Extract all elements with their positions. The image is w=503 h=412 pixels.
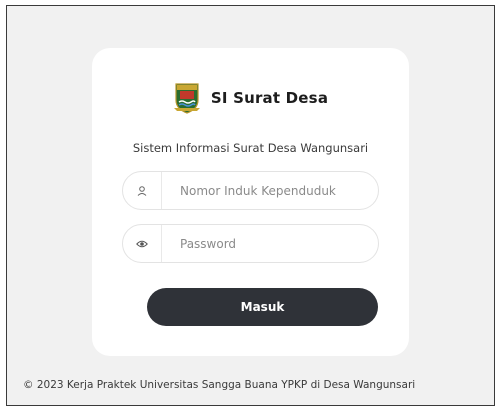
app-title: SI Surat Desa [210,89,329,107]
village-emblem-icon [173,83,200,114]
nik-input[interactable] [162,171,372,210]
login-card: SI Surat Desa Sistem Informasi Surat Des… [92,48,409,356]
eye-icon[interactable] [123,225,162,262]
app-subtitle: Sistem Informasi Surat Desa Wangunsari [132,141,369,155]
login-button[interactable]: Masuk [147,288,378,326]
footer-copyright: © 2023 Kerja Praktek Universitas Sangga … [23,379,416,391]
page-frame: SI Surat Desa Sistem Informasi Surat Des… [6,5,495,406]
brand-header: SI Surat Desa [92,82,409,114]
password-field[interactable] [122,224,379,263]
password-input[interactable] [162,224,372,263]
nik-field[interactable] [122,171,379,210]
user-icon [123,172,162,209]
